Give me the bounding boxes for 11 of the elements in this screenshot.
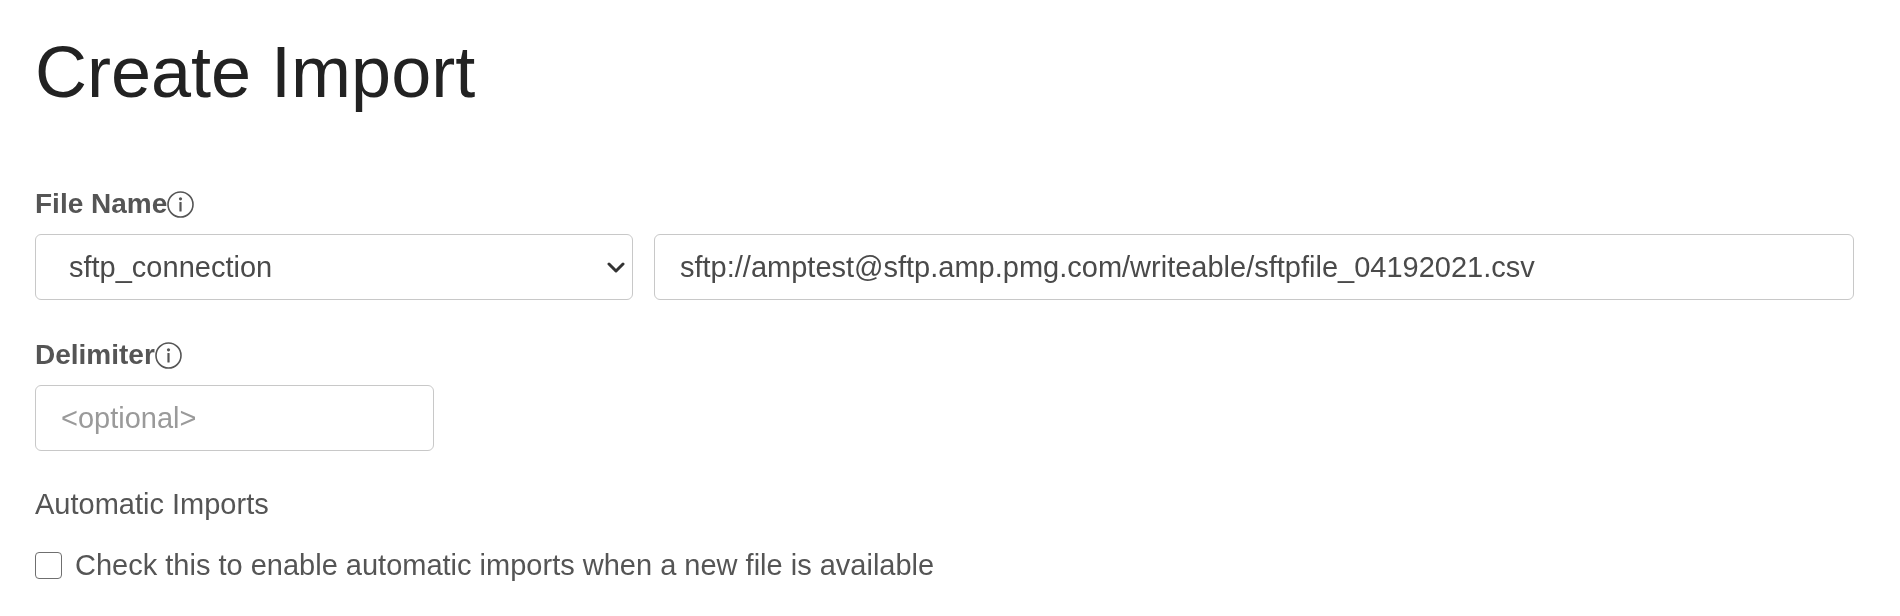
file-path-field[interactable]: sftp://amptest@sftp.amp.pmg.com/writeable/sftpfile_04192021.csv	[654, 234, 1854, 300]
delimiter-field[interactable]: <optional>	[35, 385, 434, 451]
checkbox-label[interactable]: Check this to enable automatic imports when a new file is available	[75, 551, 935, 580]
checkbox[interactable]	[35, 552, 62, 579]
info-icon[interactable]	[154, 341, 182, 369]
chevron-down-icon	[607, 261, 625, 273]
connection-select[interactable]: sftp_connection	[35, 234, 633, 300]
info-icon[interactable]	[167, 190, 195, 218]
file-name-label: File Name	[35, 190, 168, 218]
delimiter-label: Delimiter	[35, 341, 155, 369]
automatic-imports-label: Automatic Imports	[35, 490, 269, 519]
